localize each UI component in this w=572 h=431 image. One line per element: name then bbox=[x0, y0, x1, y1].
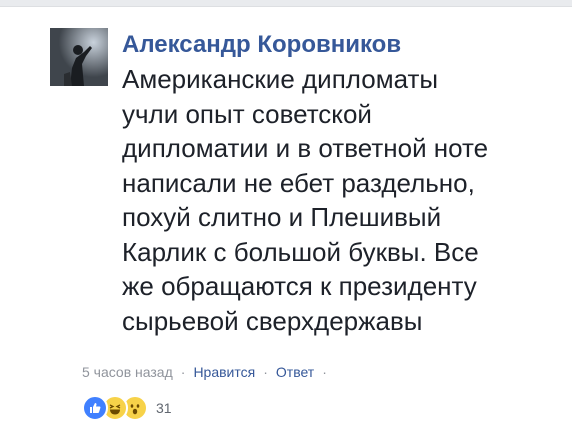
comment-line: Американские дипломаты bbox=[122, 64, 439, 94]
author-name[interactable]: Александр Коровников bbox=[122, 28, 562, 62]
comment-text: Американские дипломаты учли опыт советск… bbox=[122, 62, 562, 338]
reply-button[interactable]: Ответ bbox=[276, 364, 314, 380]
comment-actions: 5 часов назад · Нравится · Ответ · bbox=[82, 364, 335, 380]
avatar[interactable] bbox=[50, 28, 108, 86]
reaction-count[interactable]: 31 bbox=[156, 400, 172, 416]
comment-line: учли опыт советской bbox=[122, 98, 372, 129]
timestamp[interactable]: 5 часов назад bbox=[82, 364, 173, 380]
comment-body: Александр Коровников Американские диплом… bbox=[122, 28, 562, 338]
like-icon bbox=[82, 395, 108, 421]
separator: · bbox=[322, 364, 327, 380]
comment-line: дипломатии и в ответной ноте bbox=[122, 133, 489, 163]
separator: · bbox=[263, 364, 268, 380]
comment-line: похуй слитно и Плешивый bbox=[122, 202, 442, 232]
like-button[interactable]: Нравится bbox=[193, 364, 255, 380]
comment-line: сырьевой сверхдержавы bbox=[122, 305, 423, 336]
comment-line: Карлик с большой буквы. Все bbox=[122, 236, 479, 267]
comment-line: написали не ебет раздельно, bbox=[122, 167, 475, 198]
top-border bbox=[0, 0, 572, 7]
separator: · bbox=[180, 364, 186, 380]
comment-line: же обращаются к президенту bbox=[122, 271, 477, 301]
reactions-summary[interactable]: 31 bbox=[82, 395, 172, 421]
